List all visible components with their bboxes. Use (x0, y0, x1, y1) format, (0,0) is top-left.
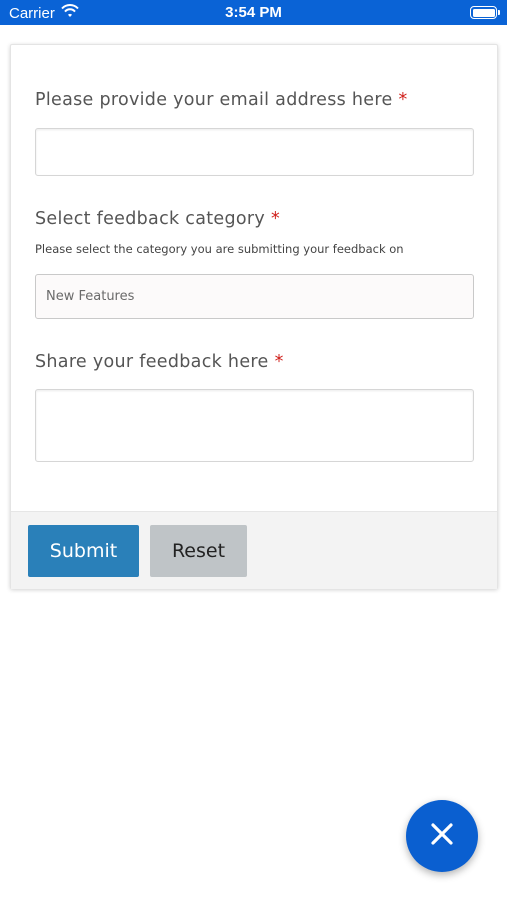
close-icon (429, 821, 455, 851)
form-footer: Submit Reset (11, 511, 497, 589)
reset-button[interactable]: Reset (150, 525, 247, 577)
category-hint: Please select the category you are submi… (35, 242, 404, 256)
feedback-label: Share your feedback here * (35, 352, 284, 372)
submit-button[interactable]: Submit (28, 525, 139, 577)
category-required-mark: * (271, 209, 281, 229)
email-label: Please provide your email address here * (35, 90, 408, 110)
feedback-label-text: Share your feedback here (35, 352, 269, 372)
status-time: 3:54 PM (225, 4, 282, 21)
email-field[interactable] (35, 128, 474, 176)
email-required-mark: * (398, 90, 408, 110)
email-label-text: Please provide your email address here (35, 90, 393, 110)
category-label-text: Select feedback category (35, 209, 266, 229)
category-label: Select feedback category * (35, 209, 280, 229)
feedback-form-card: Please provide your email address here * … (10, 44, 498, 589)
battery-icon (470, 6, 500, 19)
status-bar: Carrier 3:54 PM (0, 0, 507, 25)
feedback-textarea[interactable] (35, 389, 474, 462)
close-fab-button[interactable] (406, 800, 478, 872)
category-select[interactable]: New Features (35, 274, 474, 319)
feedback-required-mark: * (274, 352, 284, 372)
